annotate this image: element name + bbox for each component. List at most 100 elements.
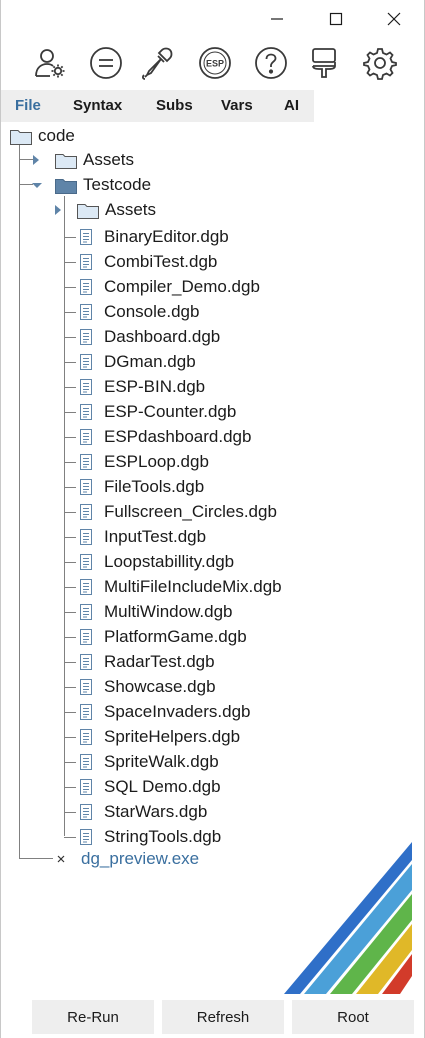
tab-ai[interactable]: AI [284,90,299,122]
tree-label: Fullscreen_Circles.dgb [104,502,277,521]
tree-root-code[interactable]: code [10,124,75,148]
document-icon [80,554,92,570]
tree-label: SpriteHelpers.dgb [104,727,241,746]
tree-label: RadarTest.dgb [104,652,215,671]
tree-file[interactable]: BinaryEditor.dgb [80,225,229,249]
tree-label: SpaceInvaders.dgb [104,702,251,721]
document-icon [80,804,92,820]
tree-line [64,337,76,338]
document-icon [80,479,92,495]
tree-line [64,462,76,463]
tree-file[interactable]: CombiTest.dgb [80,250,217,274]
maximize-button[interactable] [319,6,353,32]
root-button[interactable]: Root [292,1000,414,1034]
tab-syntax[interactable]: Syntax [73,90,122,122]
equals-button[interactable] [87,44,125,82]
document-icon [80,654,92,670]
document-icon [80,579,92,595]
tree-line [64,237,76,238]
document-icon [80,279,92,295]
close-button[interactable] [377,6,411,32]
tree-label: InputTest.dgb [104,527,207,546]
tree-line [64,487,76,488]
tree-file[interactable]: Loopstabillity.dgb [80,550,234,574]
tree-label: Assets [105,200,157,219]
tree-label: DGman.dgb [104,352,196,371]
eyedropper-button[interactable] [138,44,176,82]
brush-button[interactable] [305,44,343,82]
tree-file[interactable]: PlatformGame.dgb [80,625,247,649]
tree-line [64,287,76,288]
user-settings-button[interactable] [31,44,69,82]
tree-label: MultiWindow.dgb [104,602,233,621]
help-icon [255,47,287,79]
rerun-button[interactable]: Re-Run [32,1000,154,1034]
folder-icon [77,203,99,219]
tab-file[interactable]: File [15,90,41,122]
esp-icon: ESP [199,47,231,79]
tree-label: StarWars.dgb [104,802,208,821]
tree-line [64,437,76,438]
tree-line [64,562,76,563]
tree-file[interactable]: SpaceInvaders.dgb [80,700,251,724]
tree-folder-assets[interactable]: Assets [31,148,134,172]
document-icon [80,829,92,845]
expand-arrow-icon[interactable] [53,204,63,216]
tree-file[interactable]: FileTools.dgb [80,475,204,499]
tree-file[interactable]: ESPLoop.dgb [80,450,209,474]
document-icon [80,354,92,370]
tree-label: Loopstabillity.dgb [104,552,235,571]
tree-label: Testcode [83,175,152,194]
tree-file[interactable]: DGman.dgb [80,350,196,374]
tree-line [64,412,76,413]
tree-line [64,512,76,513]
help-button[interactable] [252,44,290,82]
tree-file[interactable]: Dashboard.dgb [80,325,220,349]
document-icon [80,529,92,545]
brush-icon [312,48,336,78]
tree-file[interactable]: RadarTest.dgb [80,650,215,674]
tree-label: ESP-BIN.dgb [104,377,206,396]
tree-file[interactable]: Showcase.dgb [80,675,216,699]
tree-label: ESP-Counter.dgb [104,402,237,421]
refresh-button[interactable]: Refresh [162,1000,284,1034]
tree-file[interactable]: InputTest.dgb [80,525,206,549]
tree-file[interactable]: Compiler_Demo.dgb [80,275,260,299]
document-icon [80,229,92,245]
tree-line [64,387,76,388]
document-icon [80,754,92,770]
document-icon [80,404,92,420]
document-icon [80,304,92,320]
executable-icon [55,852,67,866]
tree-line [64,537,76,538]
tree-file[interactable]: ESP-Counter.dgb [80,400,236,424]
minimize-button[interactable] [260,6,294,32]
document-icon [80,454,92,470]
tree-file[interactable]: ESP-BIN.dgb [80,375,205,399]
tree-file[interactable]: SQL Demo.dgb [80,775,221,799]
tree-file[interactable]: ESPdashboard.dgb [80,425,251,449]
tree-file-exe[interactable]: dg_preview.exe [55,847,199,871]
document-icon [80,629,92,645]
tree-file[interactable]: SpriteWalk.dgb [80,750,219,774]
minimize-icon [271,18,283,20]
tree-file[interactable]: Console.dgb [80,300,199,324]
tab-vars[interactable]: Vars [221,90,253,122]
document-icon [80,254,92,270]
tree-folder-testcode-assets[interactable]: Assets [53,198,156,222]
tree-label: SpriteWalk.dgb [104,752,219,771]
settings-button[interactable] [361,44,399,82]
tab-subs[interactable]: Subs [156,90,193,122]
tree-file[interactable]: MultiFileIncludeMix.dgb [80,575,282,599]
tree-file[interactable]: SpriteHelpers.dgb [80,725,240,749]
esp-button[interactable]: ESP [196,44,234,82]
tree-file[interactable]: MultiWindow.dgb [80,600,233,624]
tree-file[interactable]: StringTools.dgb [80,825,221,849]
collapse-arrow-icon[interactable] [31,180,43,190]
document-icon [80,779,92,795]
tree-folder-testcode[interactable]: Testcode [31,173,151,197]
tree-file[interactable]: StarWars.dgb [80,800,207,824]
tree-line [64,637,76,638]
expand-arrow-icon[interactable] [31,154,41,166]
tree-file[interactable]: Fullscreen_Circles.dgb [80,500,277,524]
